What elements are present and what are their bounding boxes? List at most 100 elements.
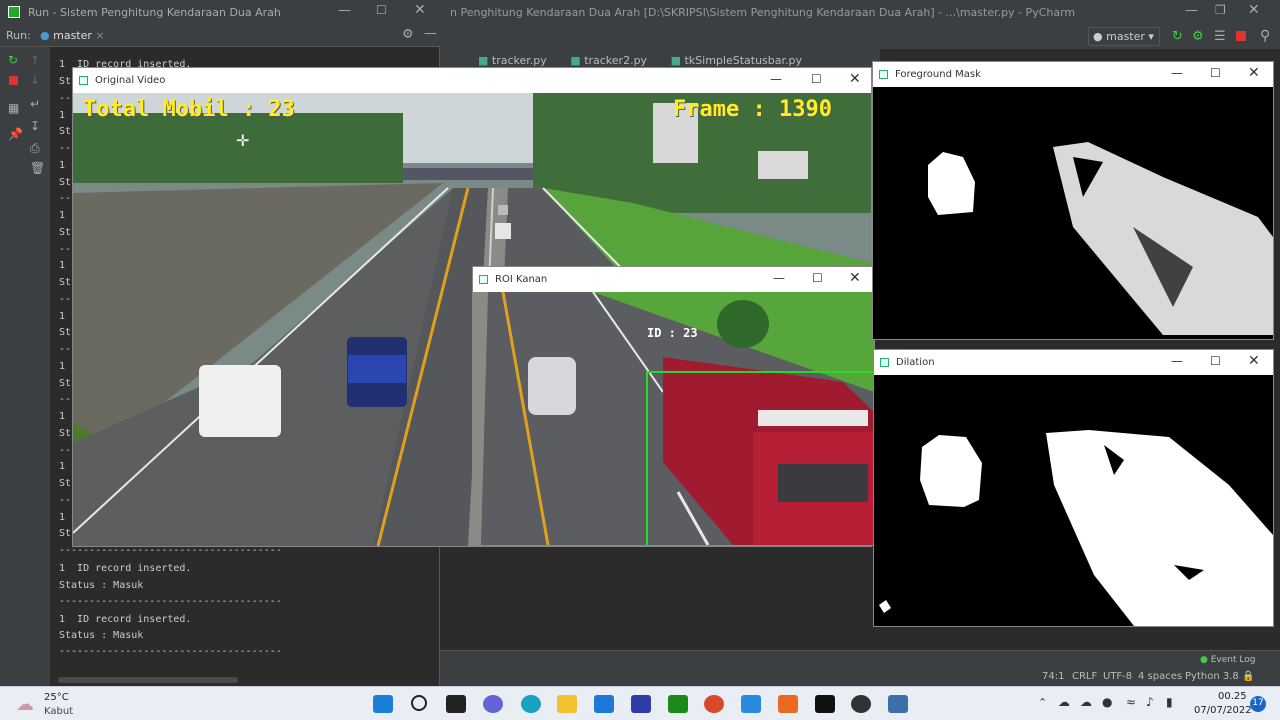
- mask-image: [928, 142, 1273, 335]
- minimize-icon[interactable]: —: [1185, 3, 1198, 18]
- weather-temp[interactable]: 25°C: [44, 692, 69, 703]
- roi-kanan-titlebar: ROI Kanan — ☐ ✕: [473, 267, 874, 292]
- branch-selector[interactable]: ● master ▾: [1088, 27, 1160, 46]
- pin-icon[interactable]: 📌: [8, 127, 23, 141]
- lock-icon[interactable]: 🔒: [1242, 671, 1254, 682]
- gear-icon[interactable]: ⚙: [402, 27, 414, 42]
- minimize-icon[interactable]: —: [338, 3, 351, 18]
- trash-icon[interactable]: 🗑: [30, 161, 45, 175]
- wrap-icon[interactable]: ↵: [30, 97, 40, 111]
- close-icon[interactable]: ✕: [414, 2, 426, 18]
- search-icon[interactable]: ⚲: [1260, 28, 1270, 44]
- rerun-icon[interactable]: ↻: [8, 53, 18, 67]
- hide-icon[interactable]: —: [424, 26, 437, 41]
- close-icon[interactable]: ✕: [849, 71, 861, 87]
- obs-icon[interactable]: [851, 695, 871, 713]
- weather-icon[interactable]: ☁: [16, 694, 34, 715]
- chevron-up-icon[interactable]: ⌃: [1038, 696, 1047, 709]
- console-line: Status : Masuk: [59, 580, 144, 591]
- branch-label: master: [1106, 30, 1145, 43]
- mic-icon[interactable]: ●: [1102, 695, 1112, 709]
- python-icon[interactable]: [888, 695, 908, 713]
- taskbar: ☁ 25°C Kabut ⌃ ☁ ☁ ● ≈ ♪ ▮ 00.25 07/07/2…: [0, 686, 1280, 720]
- console-line: --: [59, 495, 72, 506]
- status-interpreter[interactable]: Python 3.8: [1185, 671, 1239, 682]
- stop-icon[interactable]: [1236, 31, 1246, 41]
- restore-icon[interactable]: ❐: [1215, 3, 1226, 17]
- explorer-icon[interactable]: [557, 695, 577, 713]
- console-line: St: [59, 177, 72, 188]
- close-icon[interactable]: ✕: [1248, 353, 1260, 369]
- chat-icon[interactable]: [483, 695, 503, 713]
- coverage-icon[interactable]: ☰: [1214, 29, 1226, 44]
- event-log[interactable]: ● Event Log: [1200, 655, 1255, 665]
- minimize-icon[interactable]: —: [1171, 354, 1183, 368]
- clock-time[interactable]: 00.25: [1218, 691, 1247, 702]
- taskview-icon[interactable]: [446, 695, 466, 713]
- battery-icon[interactable]: ▮: [1166, 695, 1173, 709]
- weather-desc[interactable]: Kabut: [44, 706, 73, 717]
- pycharm-titlebar: n Penghitung Kendaraan Dua Arah [D:\SKRI…: [440, 0, 1280, 25]
- up-icon[interactable]: ↑: [30, 53, 40, 67]
- run-tab[interactable]: ● master ×: [40, 29, 105, 42]
- console-line: St: [59, 327, 72, 338]
- console-line: 1: [59, 361, 66, 372]
- print-icon[interactable]: ⎙: [30, 141, 40, 156]
- scroll-end-icon[interactable]: ↧: [30, 119, 40, 133]
- console-scrollbar[interactable]: [58, 677, 238, 683]
- console-line: 1: [59, 260, 66, 271]
- mail-icon[interactable]: [594, 695, 614, 713]
- dilation-window: Dilation — ☐ ✕: [873, 349, 1274, 627]
- original-video-titlebar: Original Video — ☐ ✕: [73, 68, 871, 93]
- window-icon: [879, 70, 888, 79]
- status-pos[interactable]: 74:1: [1042, 671, 1064, 682]
- edge-icon[interactable]: [521, 695, 541, 713]
- vscode-icon[interactable]: [741, 695, 761, 713]
- status-indent[interactable]: 4 spaces: [1138, 671, 1182, 682]
- maximize-icon[interactable]: ☐: [812, 271, 823, 285]
- xbox-icon[interactable]: [668, 695, 688, 713]
- search-icon[interactable]: [411, 695, 427, 711]
- maximize-icon[interactable]: ☐: [1210, 66, 1221, 80]
- maximize-icon[interactable]: ☐: [376, 3, 387, 17]
- console-line: --: [59, 193, 72, 204]
- dilation-frame: [874, 375, 1273, 626]
- pycharm-icon[interactable]: [815, 695, 835, 713]
- clock-date[interactable]: 07/07/2022: [1194, 705, 1252, 716]
- minimize-icon[interactable]: —: [773, 271, 785, 285]
- volume-icon[interactable]: ♪: [1146, 695, 1154, 709]
- console-line: --: [59, 294, 72, 305]
- console-line: St: [59, 528, 72, 539]
- close-icon[interactable]: ✕: [1248, 2, 1260, 18]
- minimize-icon[interactable]: —: [1171, 66, 1183, 80]
- cloud-icon[interactable]: ☁: [1058, 695, 1070, 709]
- start-icon[interactable]: [373, 695, 393, 713]
- stop-icon[interactable]: [9, 76, 18, 85]
- console-line: --: [59, 344, 72, 355]
- close-icon[interactable]: ✕: [849, 270, 861, 286]
- close-icon[interactable]: ✕: [1248, 65, 1260, 81]
- xampp-icon[interactable]: [778, 695, 798, 713]
- rerun-icon[interactable]: ↻: [1172, 29, 1183, 44]
- debug-icon[interactable]: ⚙: [1192, 29, 1204, 44]
- console-line: 1: [59, 110, 66, 121]
- frame-overlay: Frame : 1390: [673, 97, 832, 122]
- notification-badge[interactable]: 17: [1250, 696, 1266, 712]
- console-line: St: [59, 76, 72, 87]
- onedrive-icon[interactable]: ☁: [1080, 695, 1092, 709]
- total-mobil-overlay: Total Mobil : 23: [83, 97, 295, 122]
- app-blue-icon[interactable]: [631, 695, 651, 713]
- console-line: 1 ID record inserted.: [59, 614, 192, 625]
- window-icon: [479, 275, 488, 284]
- maximize-icon[interactable]: ☐: [1210, 354, 1221, 368]
- layout-icon[interactable]: ▦: [8, 101, 19, 115]
- wifi-icon[interactable]: ≈: [1126, 695, 1136, 709]
- status-eol[interactable]: CRLF: [1072, 671, 1097, 682]
- down-icon[interactable]: ↓: [30, 73, 40, 87]
- run-toolbar-header: Run: ● master × ⚙ —: [0, 25, 440, 47]
- chrome-icon[interactable]: [704, 695, 724, 713]
- console-line: St: [59, 378, 72, 389]
- minimize-icon[interactable]: —: [770, 72, 782, 86]
- status-encoding[interactable]: UTF-8: [1103, 671, 1132, 682]
- maximize-icon[interactable]: ☐: [811, 72, 822, 86]
